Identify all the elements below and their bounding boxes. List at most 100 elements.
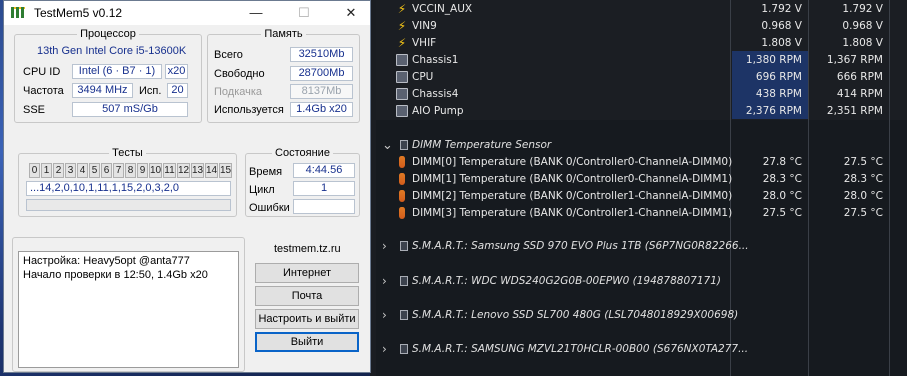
sensor-row-dimm[interactable]: DIMM[0] Temperature (BANK 0/Controller0-… bbox=[376, 154, 907, 171]
sensor-current-value: 27.8 °C bbox=[762, 156, 802, 168]
section-title: S.M.A.R.T.: WDC WDS240G2G0B-00EPW0 (1948… bbox=[412, 275, 721, 287]
lightning-icon: ⚡ bbox=[397, 36, 407, 50]
test-sequence: ...14,2,0,10,1,11,1,15,2,0,3,2,0 bbox=[26, 181, 231, 196]
test-box-11: 11 bbox=[163, 163, 176, 178]
sensor-row-voltage[interactable]: ⚡ VCCIN_AUX 1.792 V 1.792 V bbox=[376, 1, 907, 18]
section-title: DIMM Temperature Sensor bbox=[412, 139, 552, 151]
sensor-row-fan[interactable]: CPU 696 RPM 666 RPM bbox=[376, 69, 907, 86]
sse-label: SSE bbox=[23, 104, 46, 116]
memory-used-value: 1.4Gb x20 bbox=[290, 102, 353, 117]
memory-used-label: Используется bbox=[214, 104, 284, 116]
test-box-1: 1 bbox=[41, 163, 52, 178]
sensor-min-value: 666 RPM bbox=[836, 71, 883, 83]
section-title: S.M.A.R.T.: Samsung SSD 970 EVO Plus 1TB… bbox=[412, 240, 749, 252]
fan-icon bbox=[396, 71, 408, 83]
smart-section-header[interactable]: › S.M.A.R.T.: Samsung SSD 970 EVO Plus 1T… bbox=[376, 238, 907, 255]
errors-value bbox=[293, 199, 355, 214]
configure-exit-button[interactable]: Настроить и выйти bbox=[255, 309, 359, 329]
cycle-label: Цикл bbox=[249, 184, 275, 196]
sensor-min-value: 27.5 °C bbox=[843, 156, 883, 168]
sensor-name: AIO Pump bbox=[412, 105, 464, 117]
close-button[interactable]: ✕ bbox=[329, 1, 373, 25]
chevron-right-icon[interactable]: › bbox=[382, 238, 387, 255]
chevron-right-icon[interactable]: › bbox=[382, 341, 387, 358]
sensor-row-dimm[interactable]: DIMM[2] Temperature (BANK 0/Controller1-… bbox=[376, 188, 907, 205]
sensor-current-value: 27.5 °C bbox=[762, 207, 802, 219]
section-title: S.M.A.R.T.: SAMSUNG MZVL21T0HCLR-00B00 (… bbox=[412, 343, 749, 355]
sensor-name: DIMM[2] Temperature (BANK 0/Controller1-… bbox=[412, 190, 733, 202]
log-line: Настройка: Heavy5opt @anta777 bbox=[23, 255, 190, 267]
test-box-4: 4 bbox=[77, 163, 88, 178]
thread-count-value: x20 bbox=[165, 64, 188, 79]
sensor-row-voltage[interactable]: ⚡ VIN9 0.968 V 0.968 V bbox=[376, 18, 907, 35]
sensor-min-value: 1,367 RPM bbox=[826, 54, 883, 66]
sensor-name: VHIF bbox=[412, 37, 437, 49]
test-box-8: 8 bbox=[125, 163, 136, 178]
sensor-min-value: 27.5 °C bbox=[843, 207, 883, 219]
time-label: Время bbox=[249, 166, 283, 178]
sensor-name: DIMM[0] Temperature (BANK 0/Controller0-… bbox=[412, 156, 733, 168]
sensor-min-value: 28.3 °C bbox=[843, 173, 883, 185]
fan-icon bbox=[396, 54, 408, 66]
sensor-row-fan[interactable]: Chassis1 1,380 RPM 1,367 RPM bbox=[376, 52, 907, 69]
memory-legend: Память bbox=[264, 28, 303, 40]
cpu-name: 13th Gen Intel Core i5-13600K bbox=[37, 45, 187, 57]
sensor-name: VCCIN_AUX bbox=[412, 3, 473, 15]
smart-section-header[interactable]: › S.M.A.R.T.: SAMSUNG MZVL21T0HCLR-00B00 … bbox=[376, 341, 907, 358]
sensor-row-dimm[interactable]: DIMM[1] Temperature (BANK 0/Controller0-… bbox=[376, 171, 907, 188]
chip-icon bbox=[400, 310, 408, 320]
thermometer-icon bbox=[399, 207, 405, 219]
sensor-row-fan[interactable]: Chassis4 438 RPM 414 RPM bbox=[376, 86, 907, 103]
sensor-current-value: 2,376 RPM bbox=[745, 105, 802, 117]
sensor-min-value: 28.0 °C bbox=[843, 190, 883, 202]
section-title: S.M.A.R.T.: Lenovo SSD SL700 480G (LSL70… bbox=[412, 309, 739, 321]
sensor-current-value: 0.968 V bbox=[761, 20, 802, 32]
sensor-row-fan[interactable]: AIO Pump 2,376 RPM 2,351 RPM bbox=[376, 103, 907, 120]
frequency-label: Частота bbox=[23, 85, 64, 97]
sensor-row-voltage[interactable]: ⚡ VHIF 1.808 V 1.808 V bbox=[376, 35, 907, 52]
chip-icon bbox=[400, 140, 408, 150]
minimize-button[interactable]: — bbox=[234, 1, 278, 25]
title-bar[interactable]: TestMem5 v0.12 — ☐ ✕ bbox=[4, 1, 370, 25]
chip-icon bbox=[400, 344, 408, 354]
lightning-icon: ⚡ bbox=[397, 19, 407, 33]
frequency-value: 3494 MHz bbox=[72, 83, 133, 98]
internet-button[interactable]: Интернет bbox=[255, 263, 359, 283]
smart-section-header[interactable]: › S.M.A.R.T.: WDC WDS240G2G0B-00EPW0 (194… bbox=[376, 273, 907, 290]
thermometer-icon bbox=[399, 190, 405, 202]
processor-legend: Процессор bbox=[80, 28, 136, 40]
fan-icon bbox=[396, 105, 408, 117]
sensor-current-value: 28.0 °C bbox=[762, 190, 802, 202]
chip-icon bbox=[400, 276, 408, 286]
chevron-right-icon[interactable]: › bbox=[382, 273, 387, 290]
site-link[interactable]: testmem.tz.ru bbox=[274, 243, 341, 255]
swap-label: Подкачка bbox=[214, 86, 263, 98]
mail-button[interactable]: Почта bbox=[255, 286, 359, 306]
sensor-row-dimm[interactable]: DIMM[3] Temperature (BANK 0/Controller1-… bbox=[376, 205, 907, 222]
sensor-current-value: 1.808 V bbox=[761, 37, 802, 49]
test-box-12: 12 bbox=[177, 163, 190, 178]
maximize-button[interactable]: ☐ bbox=[282, 1, 326, 25]
smart-section-header[interactable]: › S.M.A.R.T.: Lenovo SSD SL700 480G (LSL7… bbox=[376, 307, 907, 324]
app-icon bbox=[11, 7, 25, 18]
free-value: 28700Mb bbox=[290, 66, 353, 81]
thermometer-icon bbox=[399, 156, 405, 168]
fan-icon bbox=[396, 88, 408, 100]
window-title: TestMem5 v0.12 bbox=[34, 6, 123, 20]
used-threads-value: 20 bbox=[167, 83, 188, 98]
chevron-down-icon[interactable]: ⌄ bbox=[382, 137, 393, 154]
sensor-current-value: 438 RPM bbox=[755, 88, 802, 100]
testmem5-window: TestMem5 v0.12 — ☐ ✕ Процессор 13th Gen … bbox=[3, 0, 371, 373]
chevron-right-icon[interactable]: › bbox=[382, 307, 387, 324]
sensor-name: DIMM[3] Temperature (BANK 0/Controller1-… bbox=[412, 207, 733, 219]
tests-legend: Тесты bbox=[112, 147, 143, 159]
sensor-min-value: 414 RPM bbox=[836, 88, 883, 100]
log-line: Начало проверки в 12:50, 1.4Gb x20 bbox=[23, 269, 208, 281]
test-box-5: 5 bbox=[89, 163, 100, 178]
test-box-15: 15 bbox=[219, 163, 232, 178]
exit-button[interactable]: Выйти bbox=[255, 332, 359, 352]
test-box-14: 14 bbox=[205, 163, 218, 178]
chip-icon bbox=[400, 241, 408, 251]
dimm-section-header[interactable]: ⌄ DIMM Temperature Sensor bbox=[376, 137, 907, 154]
log-textbox[interactable]: Настройка: Heavy5opt @anta777 Начало про… bbox=[18, 251, 239, 368]
